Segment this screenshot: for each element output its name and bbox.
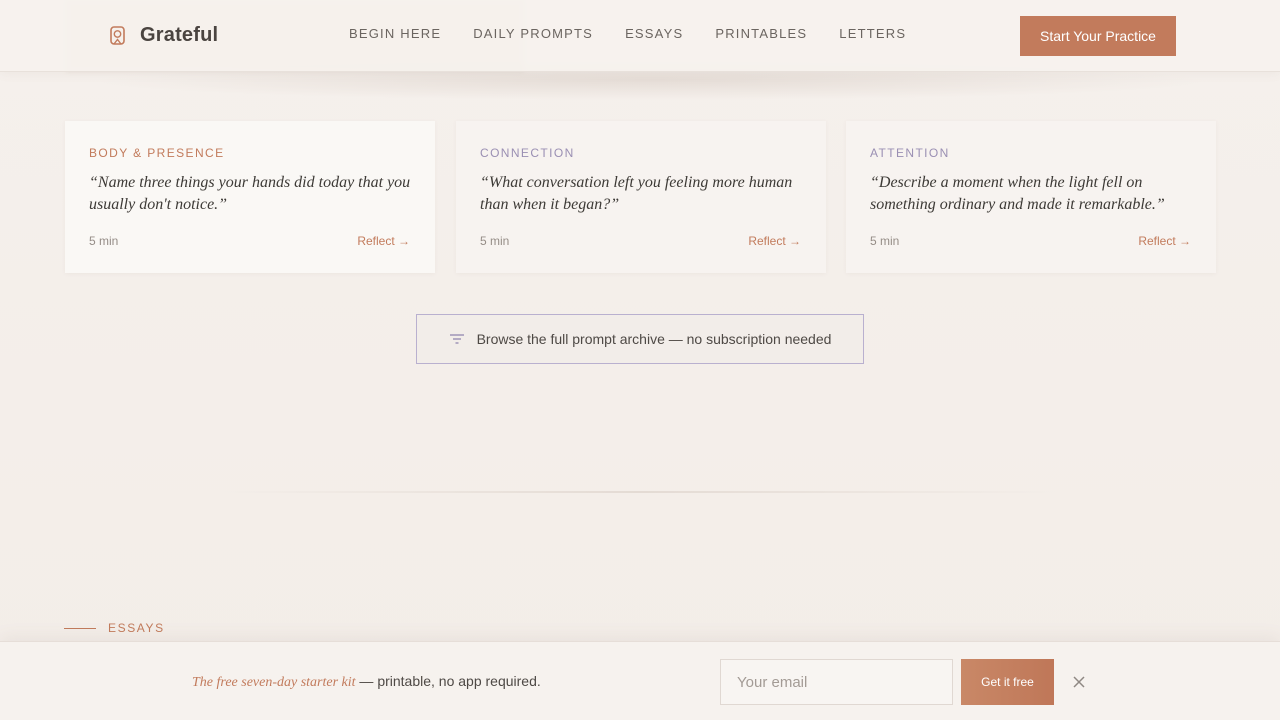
close-icon[interactable] xyxy=(1071,674,1087,690)
card-category: CONNECTION xyxy=(480,146,575,160)
card-category: ATTENTION xyxy=(870,146,950,160)
card-duration: 5 min xyxy=(89,234,119,248)
promo-text: The free seven-day starter kit — printab… xyxy=(192,673,541,691)
card-footer: 5 min Reflect → xyxy=(89,234,410,248)
main-nav: BEGIN HERE DAILY PROMPTS ESSAYS PRINTABL… xyxy=(349,26,906,41)
start-practice-button[interactable]: Start Your Practice xyxy=(1020,16,1176,56)
get-it-free-button[interactable]: Get it free xyxy=(961,659,1054,705)
email-field[interactable] xyxy=(720,659,953,705)
nav-letters[interactable]: LETTERS xyxy=(839,26,906,41)
card-quote: “Describe a moment when the light fell o… xyxy=(870,174,1165,213)
archive-label: Browse the full prompt archive — no subs… xyxy=(476,331,832,347)
prompt-card: CONNECTION “What conversation left you f… xyxy=(456,121,826,273)
nav-essays[interactable]: ESSAYS xyxy=(625,26,683,41)
card-footer: 5 min Reflect → xyxy=(870,234,1191,248)
card-quote: “What conversation left you feeling more… xyxy=(480,174,793,213)
promo-highlight: The free seven-day starter kit xyxy=(192,675,356,690)
section-label: ESSAYS xyxy=(108,621,165,635)
nav-printables[interactable]: PRINTABLES xyxy=(715,26,807,41)
essays-section-heading: ESSAYS xyxy=(64,621,165,635)
promo-rest: — printable, no app required. xyxy=(355,673,541,689)
filter-icon xyxy=(449,332,465,346)
site-header: Grateful BEGIN HERE DAILY PROMPTS ESSAYS… xyxy=(0,0,1280,72)
logo[interactable]: Grateful xyxy=(108,24,218,47)
card-quote: “Name three things your hands did today … xyxy=(89,174,411,213)
nav-daily-prompts[interactable]: DAILY PROMPTS xyxy=(473,26,593,41)
card-duration: 5 min xyxy=(480,234,510,248)
starter-kit-banner: The free seven-day starter kit — printab… xyxy=(0,641,1280,720)
browse-archive-button[interactable]: Browse the full prompt archive — no subs… xyxy=(416,314,864,364)
prompt-card: ATTENTION “Describe a moment when the li… xyxy=(846,121,1216,273)
section-rule xyxy=(64,627,96,629)
card-footer: 5 min Reflect → xyxy=(480,234,801,248)
card-duration: 5 min xyxy=(870,234,900,248)
prompt-card: BODY & PRESENCE “Name three things your … xyxy=(65,121,435,273)
card-category: BODY & PRESENCE xyxy=(89,146,225,160)
section-divider xyxy=(224,491,1056,493)
reflect-link[interactable]: Reflect → xyxy=(1138,234,1191,248)
reflect-link[interactable]: Reflect → xyxy=(748,234,801,248)
reflect-link[interactable]: Reflect → xyxy=(357,234,410,248)
journal-icon xyxy=(108,25,128,47)
logo-text: Grateful xyxy=(140,24,219,46)
nav-begin-here[interactable]: BEGIN HERE xyxy=(349,26,441,41)
